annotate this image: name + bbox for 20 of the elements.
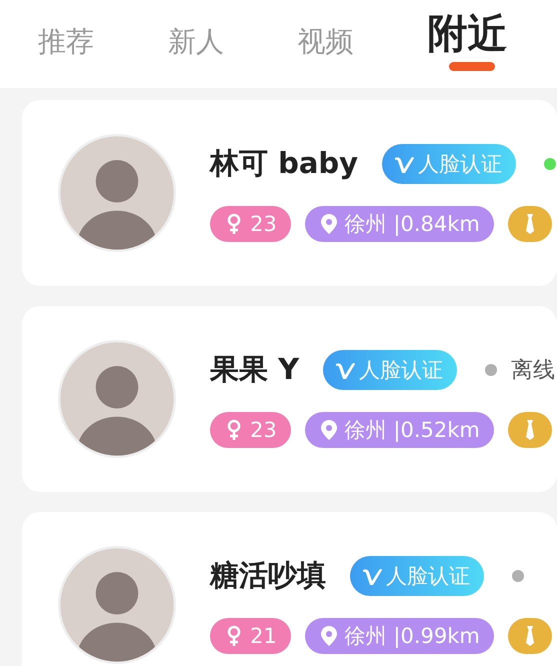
location-pin-icon bbox=[318, 213, 339, 235]
age-tag: 21 bbox=[210, 618, 291, 654]
user-name: 糖活吵填 bbox=[210, 557, 326, 594]
age-tag: 23 bbox=[210, 412, 291, 448]
location-pin-icon bbox=[318, 419, 339, 441]
user-card[interactable]: 果果 Y 人脸认证 离线 23 徐州 |0.52km bbox=[22, 306, 557, 492]
verified-badge: 人脸认证 bbox=[350, 556, 484, 596]
verified-badge: 人脸认证 bbox=[323, 350, 458, 390]
user-card[interactable]: 林可 baby 人脸认证 23 徐州 |0.84km bbox=[22, 100, 557, 286]
user-name: 林可 baby bbox=[210, 145, 358, 182]
location-tag: 徐州 |0.52km bbox=[304, 412, 494, 448]
user-name: 果果 Y bbox=[210, 351, 300, 388]
location-pin-icon bbox=[318, 625, 339, 647]
tab[interactable]: 附近 bbox=[427, 14, 557, 71]
location-tag: 徐州 |0.99km bbox=[304, 618, 494, 654]
verified-badge: 人脸认证 bbox=[382, 144, 516, 184]
user-card[interactable]: 糖活吵填 人脸认证 21 徐州 |0.99km bbox=[22, 512, 557, 666]
location-tag: 徐州 |0.84km bbox=[304, 206, 494, 242]
age-tag: 23 bbox=[210, 206, 291, 242]
status-text: 离线 bbox=[511, 357, 556, 385]
